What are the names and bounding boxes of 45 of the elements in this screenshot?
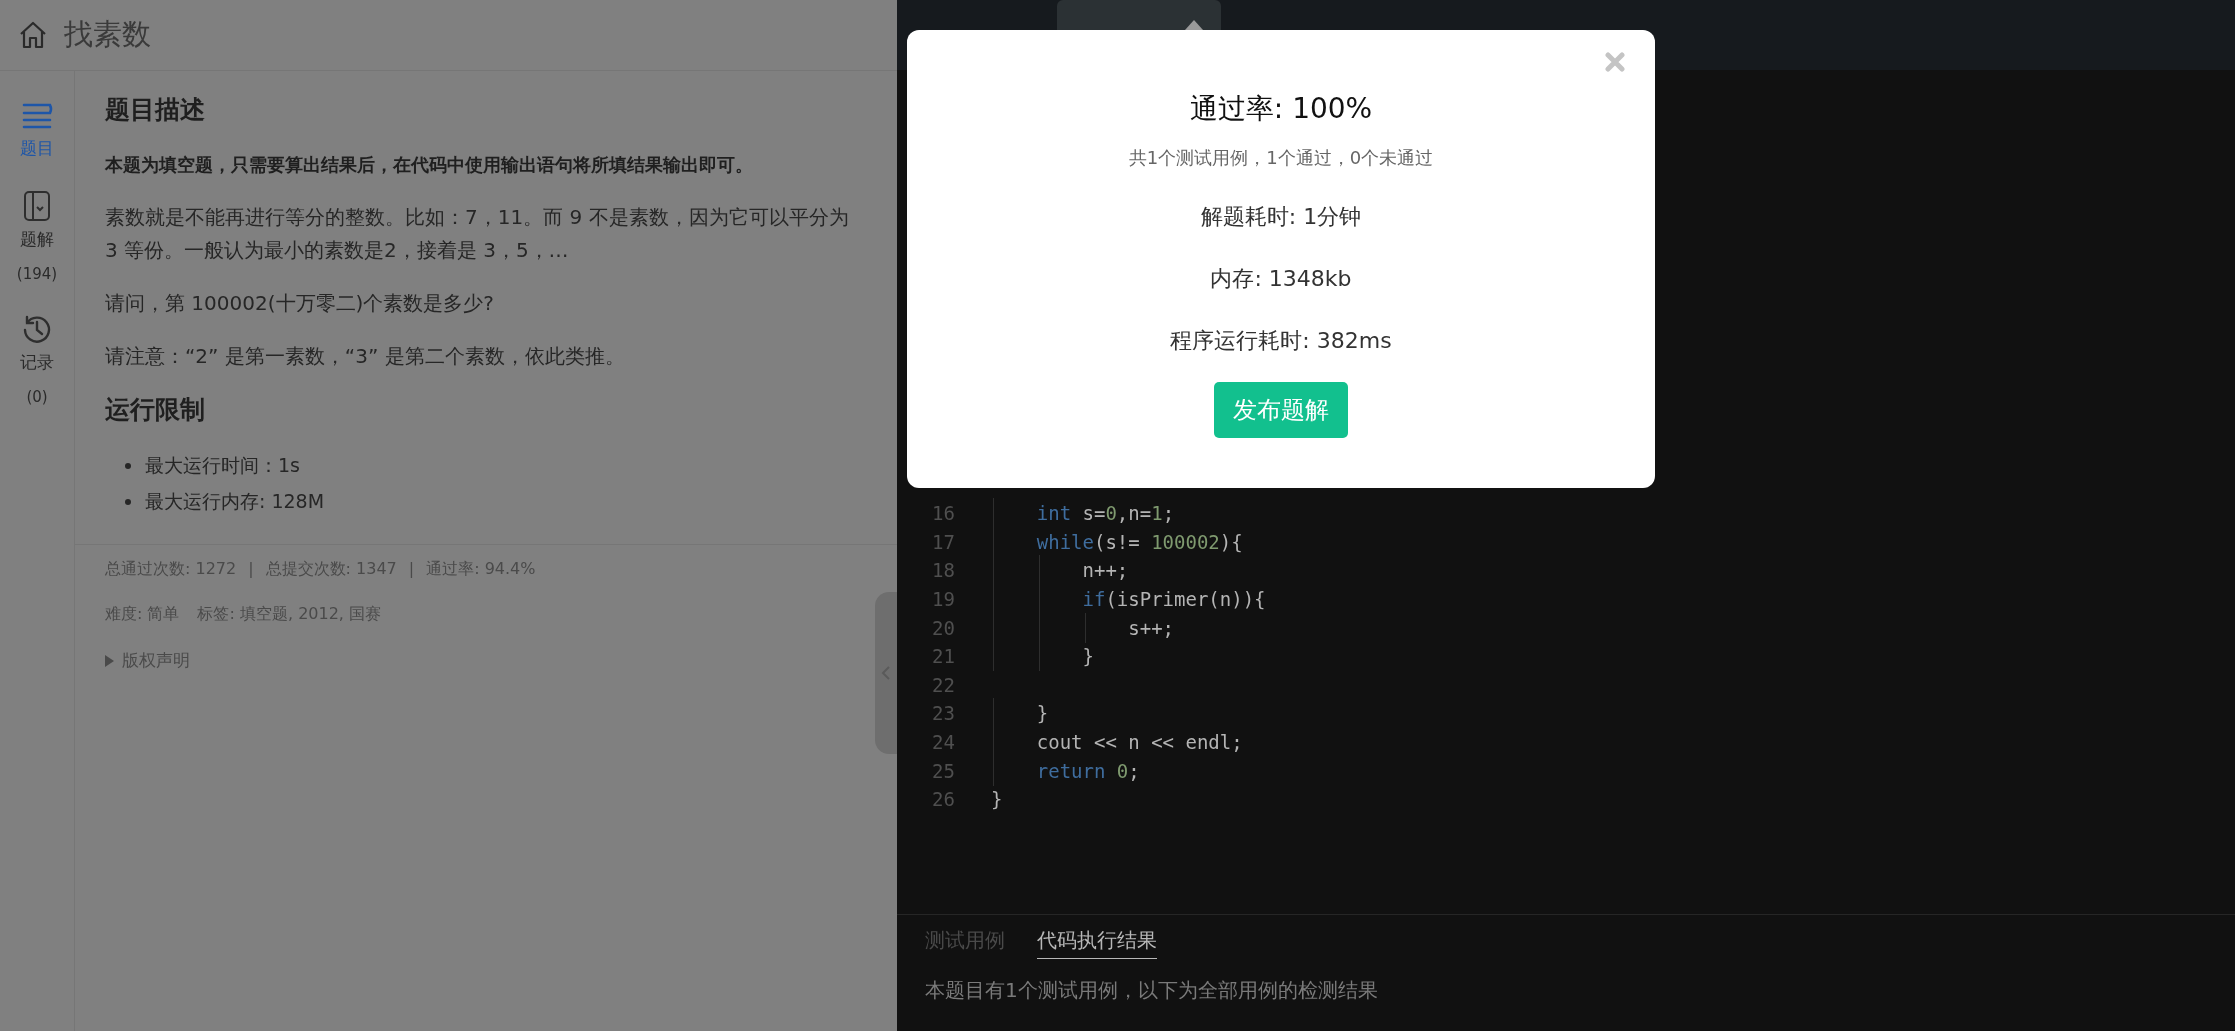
list-item: 最大运行时间：1s bbox=[145, 453, 300, 478]
code-line: if(isPrimer(n)){ bbox=[991, 588, 1266, 611]
paragraph: 请注意：“2” 是第一素数，“3” 是第二个素数，依此类推。 bbox=[105, 343, 626, 370]
sidebar-tab[interactable]: 题目 bbox=[20, 101, 54, 160]
line-number: 20 bbox=[931, 616, 955, 639]
sidebar-tab[interactable]: 记录 (0) bbox=[20, 313, 54, 406]
line-number: 17 bbox=[931, 530, 955, 553]
line-number: 26 bbox=[931, 788, 955, 811]
section-heading: 题目描述 bbox=[105, 94, 206, 126]
result-text: 程序运行耗时: 382ms bbox=[1170, 327, 1392, 355]
code-line: while(s!= 100002){ bbox=[991, 530, 1243, 553]
paragraph: 本题为填空题，只需要算出结果后，在代码中使用输出语句将所填结果输出即可。 bbox=[105, 153, 754, 177]
list-icon bbox=[20, 101, 54, 131]
summary-text: 共1个测试用例，1个通过，0个未通过 bbox=[1128, 146, 1434, 170]
line-number: 24 bbox=[931, 731, 955, 754]
page-title: 找素数 bbox=[64, 16, 151, 53]
code-line: } bbox=[991, 645, 1094, 668]
home-icon bbox=[18, 20, 48, 50]
book-icon bbox=[23, 190, 51, 222]
line-number: 23 bbox=[931, 702, 955, 725]
history-icon bbox=[21, 313, 53, 345]
stat-text: | bbox=[248, 559, 254, 580]
result-text: 解题耗时: 1分钟 bbox=[1200, 203, 1362, 231]
result-message: 本题目有1个测试用例，以下为全部用例的检测结果 bbox=[925, 977, 1379, 1004]
code-line: cout << n << endl; bbox=[991, 731, 1243, 754]
collapse-handle[interactable] bbox=[875, 592, 897, 754]
line-number: 18 bbox=[931, 559, 955, 582]
paragraph: 请问，第 100002(十万零二)个素数是多少? bbox=[105, 290, 495, 317]
section-heading: 运行限制 bbox=[105, 394, 206, 426]
line-number: 22 bbox=[931, 673, 955, 696]
code-line: } bbox=[991, 788, 1003, 811]
panel-tab[interactable]: 测试用例 bbox=[925, 927, 1005, 959]
line-number: 16 bbox=[931, 502, 955, 525]
close-icon bbox=[1605, 52, 1625, 72]
sidebar-tab[interactable]: 题解 (194) bbox=[16, 190, 58, 283]
line-number: 19 bbox=[931, 588, 955, 611]
panel-tab[interactable]: 代码执行结果 bbox=[1037, 927, 1157, 959]
result-text: 内存: 1348kb bbox=[1210, 265, 1352, 293]
publish-button[interactable]: 发布题解 bbox=[1214, 382, 1348, 438]
dialog-title: 通过率: 100% bbox=[1189, 91, 1373, 127]
paragraph: 素数就是不能再进行等分的整数。比如：7，11。而 9 不是素数，因为它可以平分为 3 等份。一般认为最小的素数是2，接着是 3，5，… bbox=[105, 204, 850, 264]
stat-text: | bbox=[408, 559, 415, 580]
line-number: 25 bbox=[931, 759, 955, 782]
line-number: 21 bbox=[931, 645, 955, 668]
list-item: 最大运行内存: 128M bbox=[145, 489, 325, 514]
